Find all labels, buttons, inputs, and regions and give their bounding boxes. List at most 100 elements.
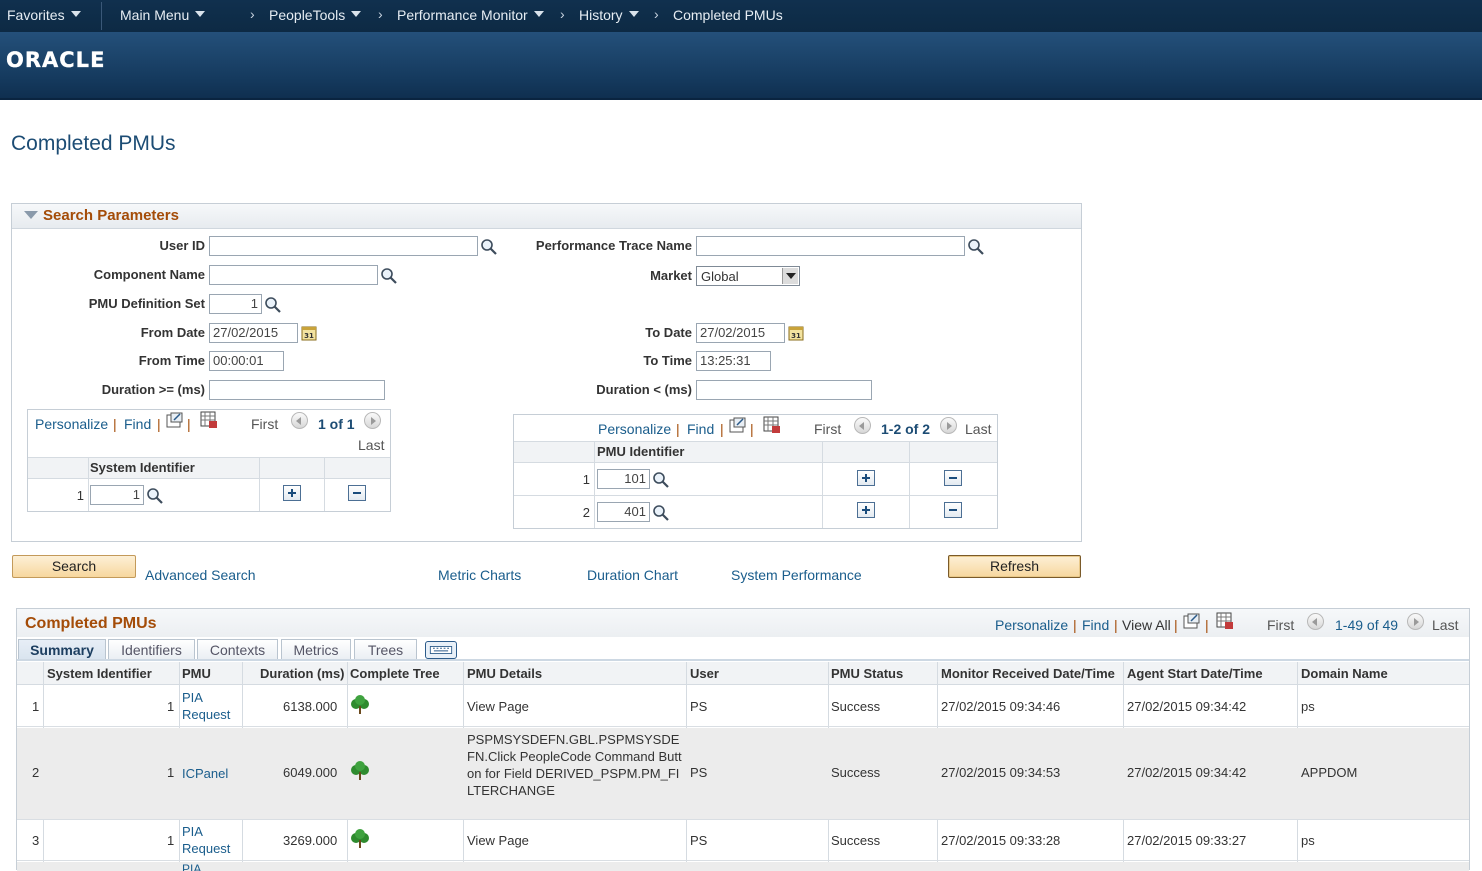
tab-metrics[interactable]: Metrics <box>281 639 351 661</box>
view-in-new-window-icon[interactable] <box>729 417 746 434</box>
search-parameters-header[interactable]: Search Parameters <box>12 204 1081 229</box>
dropdown-arrow-icon[interactable] <box>782 268 798 284</box>
breadcrumb-current-page: Completed PMUs <box>673 7 783 23</box>
duration-ge-input[interactable] <box>209 380 385 400</box>
tab-trees[interactable]: Trees <box>354 639 417 661</box>
column-header-complete-tree[interactable]: Complete Tree <box>350 666 440 681</box>
add-row-button[interactable] <box>857 470 875 486</box>
tab-summary[interactable]: Summary <box>18 639 106 661</box>
advanced-search-link[interactable]: Advanced Search <box>145 567 256 583</box>
breadcrumb-history[interactable]: History <box>579 7 639 23</box>
calendar-icon[interactable]: 31 <box>788 325 804 341</box>
breadcrumb-label: History <box>579 7 623 23</box>
from-date-label: From Date <box>140 325 205 340</box>
search-button[interactable]: Search <box>12 555 136 578</box>
show-all-columns-icon[interactable] <box>425 641 457 659</box>
personalize-link[interactable]: Personalize <box>598 421 671 437</box>
delete-row-button[interactable] <box>348 485 366 501</box>
find-link[interactable]: Find <box>124 416 151 432</box>
domain-name-cell: APPDOM <box>1301 765 1358 780</box>
performance-trace-name-label: Performance Trace Name <box>535 238 692 253</box>
search-icon[interactable] <box>480 238 498 256</box>
view-in-new-window-icon[interactable] <box>1183 613 1200 630</box>
tab-identifiers[interactable]: Identifiers <box>108 639 195 661</box>
next-page-icon[interactable] <box>940 417 957 434</box>
duration-chart-link[interactable]: Duration Chart <box>587 567 678 583</box>
tab-contexts[interactable]: Contexts <box>197 639 278 661</box>
personalize-link[interactable]: Personalize <box>35 416 108 432</box>
first-label[interactable]: First <box>814 421 841 437</box>
add-row-button[interactable] <box>283 485 301 501</box>
grid-tabs: Summary Identifiers Contexts Metrics Tre… <box>17 637 1469 661</box>
market-select[interactable]: Global <box>696 266 800 286</box>
to-time-input[interactable]: 13:25:31 <box>696 351 771 371</box>
find-link[interactable]: Find <box>1082 617 1109 633</box>
search-icon[interactable] <box>146 487 164 505</box>
main-menu[interactable]: Main Menu <box>120 7 206 23</box>
previous-page-icon[interactable] <box>854 417 871 434</box>
download-to-spreadsheet-icon[interactable] <box>200 411 218 429</box>
next-page-icon[interactable] <box>364 412 381 429</box>
toolbar-separator: | <box>750 421 754 437</box>
tree-icon[interactable] <box>350 761 370 781</box>
column-header-pmu-details[interactable]: PMU Details <box>467 666 542 681</box>
system-identifier-input[interactable]: 1 <box>90 485 144 505</box>
pmu-link[interactable]: PIA Request <box>182 689 240 723</box>
previous-page-icon[interactable] <box>1307 613 1324 630</box>
first-label[interactable]: First <box>251 416 278 432</box>
search-icon[interactable] <box>380 267 398 285</box>
from-date-input[interactable]: 27/02/2015 <box>209 323 298 343</box>
column-header-domain-name[interactable]: Domain Name <box>1301 666 1388 681</box>
breadcrumb-peopletools[interactable]: PeopleTools <box>269 7 362 23</box>
favorites-menu[interactable]: Favorites <box>7 7 81 23</box>
find-link[interactable]: Find <box>687 421 714 437</box>
from-time-input[interactable]: 00:00:01 <box>209 351 284 371</box>
duration-lt-input[interactable] <box>696 380 872 400</box>
pmu-identifier-input[interactable]: 101 <box>597 469 650 489</box>
column-header-monitor-received[interactable]: Monitor Received Date/Time <box>941 666 1115 681</box>
row-number: 1 <box>582 472 590 487</box>
column-header-system-identifier[interactable]: System Identifier <box>47 666 152 681</box>
search-icon[interactable] <box>652 471 670 489</box>
search-icon[interactable] <box>967 238 985 256</box>
pmu-link[interactable]: PIA Request <box>182 823 240 857</box>
pmu-identifier-input[interactable]: 401 <box>597 502 650 522</box>
personalize-link[interactable]: Personalize <box>995 617 1068 633</box>
row-number: 2 <box>32 765 40 780</box>
tree-icon[interactable] <box>350 695 370 715</box>
last-label[interactable]: Last <box>1432 617 1458 633</box>
last-label[interactable]: Last <box>965 421 991 437</box>
last-label[interactable]: Last <box>358 437 384 453</box>
first-label[interactable]: First <box>1267 617 1294 633</box>
performance-trace-name-input[interactable] <box>696 236 965 256</box>
pmu-link[interactable]: ICPanel <box>182 765 242 782</box>
delete-row-button[interactable] <box>944 470 962 486</box>
search-icon[interactable] <box>264 296 282 314</box>
pmu-link[interactable]: PIA <box>182 862 201 871</box>
collapse-triangle-icon[interactable] <box>24 211 38 219</box>
column-header-user[interactable]: User <box>690 666 719 681</box>
column-header-duration[interactable]: Duration (ms) <box>260 666 345 681</box>
breadcrumb-performance-monitor[interactable]: Performance Monitor <box>397 7 544 23</box>
view-all-link[interactable]: View All <box>1122 617 1171 633</box>
to-date-input[interactable]: 27/02/2015 <box>696 323 785 343</box>
download-to-spreadsheet-icon[interactable] <box>1216 612 1234 630</box>
metric-charts-link[interactable]: Metric Charts <box>438 567 521 583</box>
user-id-input[interactable] <box>209 236 478 256</box>
system-performance-link[interactable]: System Performance <box>731 567 862 583</box>
calendar-icon[interactable]: 31 <box>301 325 317 341</box>
refresh-button[interactable]: Refresh <box>948 555 1081 578</box>
next-page-icon[interactable] <box>1407 613 1424 630</box>
pmu-definition-set-input[interactable]: 1 <box>209 294 262 314</box>
view-in-new-window-icon[interactable] <box>166 412 183 429</box>
component-name-input[interactable] <box>209 265 378 285</box>
column-header-pmu[interactable]: PMU <box>182 666 211 681</box>
column-header-pmu-status[interactable]: PMU Status <box>831 666 903 681</box>
download-to-spreadsheet-icon[interactable] <box>763 416 781 434</box>
search-icon[interactable] <box>652 504 670 522</box>
column-header-agent-start[interactable]: Agent Start Date/Time <box>1127 666 1263 681</box>
delete-row-button[interactable] <box>944 502 962 518</box>
tree-icon[interactable] <box>350 829 370 849</box>
previous-page-icon[interactable] <box>291 412 308 429</box>
add-row-button[interactable] <box>857 502 875 518</box>
